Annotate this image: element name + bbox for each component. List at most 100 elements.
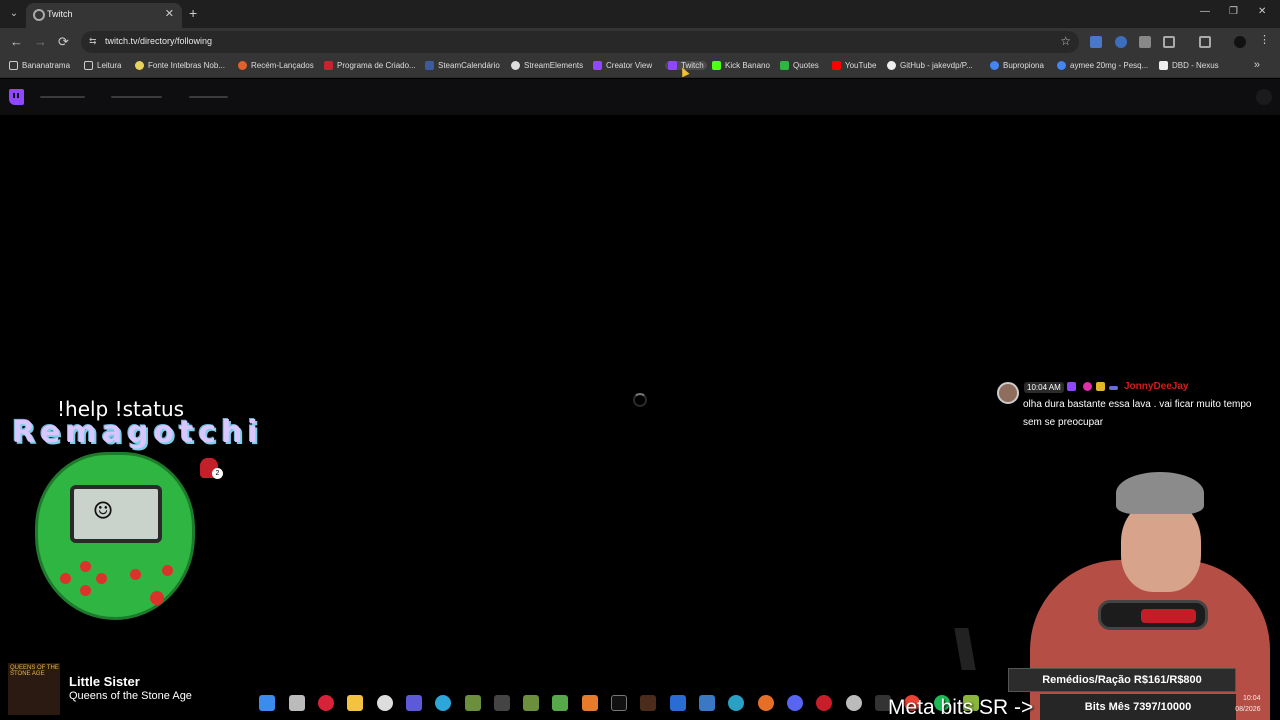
app-icon[interactable] — [552, 695, 568, 711]
browser-tab[interactable]: Twitch ✕ — [26, 3, 182, 28]
app-icon[interactable] — [406, 695, 422, 711]
bookmark-item[interactable]: DBD - Nexus — [1159, 61, 1219, 70]
toy-screen: ☺ — [70, 485, 162, 543]
vivaldi-icon[interactable] — [318, 695, 334, 711]
loading-favicon-icon — [33, 9, 45, 21]
browser-toolbar: ← → ⟳ ⇆ twitch.tv/directory/following ☆ … — [0, 28, 1280, 56]
quotes-icon — [780, 61, 789, 70]
app-icon[interactable] — [728, 695, 744, 711]
bookmark-label: Recém-Lançados — [251, 61, 314, 70]
meta-bits-text: Meta bits SR -> — [888, 696, 1034, 719]
bookmark-item[interactable]: Quotes — [780, 61, 819, 70]
restore-button[interactable]: ❐ — [1229, 6, 1238, 17]
taskbar-clock[interactable]: 10:04 08/2026 — [1235, 693, 1261, 715]
tamagotchi-toy-image: ☺ — [35, 452, 195, 620]
goal-remedios-bar: Remédios/Ração R$161/R$800 — [1008, 668, 1236, 692]
bookmark-star-icon[interactable]: ☆ — [1060, 34, 1071, 48]
app-icon[interactable] — [611, 695, 627, 711]
pixel-face-icon: ☺ — [94, 494, 113, 529]
nav-skeleton — [189, 96, 228, 98]
bookmark-item[interactable]: Creator View — [593, 61, 652, 70]
browser-menu-icon[interactable]: ⋮ — [1259, 33, 1270, 46]
bookmark-item[interactable]: Programa de Criado... — [324, 61, 416, 70]
reload-button[interactable]: ⟳ — [58, 34, 69, 50]
twitch-top-nav — [0, 79, 1280, 115]
bookmark-label: Bupropiona — [1003, 61, 1044, 70]
shield-extension-icon[interactable] — [1139, 36, 1151, 48]
bookmark-item[interactable]: Fonte Intelbras Nob... — [135, 61, 225, 70]
brave-icon[interactable] — [582, 695, 598, 711]
terminal-icon[interactable] — [494, 695, 510, 711]
album-art: QUEENS OF THE STONE AGE — [8, 663, 60, 715]
app-icon[interactable] — [670, 695, 686, 711]
bookmark-item[interactable]: Recém-Lançados — [238, 61, 314, 70]
bookmark-item[interactable]: Bananatrama — [9, 61, 70, 70]
bookmark-item[interactable]: Bupropiona — [990, 61, 1044, 70]
edge-icon[interactable] — [435, 695, 451, 711]
toy-button — [80, 585, 91, 596]
translate-extension-icon[interactable] — [1090, 36, 1102, 48]
tab-close-icon[interactable]: ✕ — [165, 7, 174, 20]
new-tab-button[interactable]: + — [189, 5, 197, 21]
bookmark-label: Bananatrama — [22, 61, 71, 70]
twitch-icon — [668, 61, 677, 70]
settings-gear-icon[interactable] — [846, 695, 862, 711]
chatgpt-icon[interactable] — [377, 695, 393, 711]
bookmark-item[interactable]: Leitura — [84, 61, 121, 70]
google-icon — [1057, 61, 1066, 70]
now-playing-artist: Queens of the Stone Age — [69, 690, 192, 702]
bits-badge-icon — [1096, 382, 1105, 391]
app-icon[interactable] — [699, 695, 715, 711]
profile-avatar[interactable] — [1234, 36, 1246, 48]
nav-skeleton — [40, 96, 85, 98]
clock-time: 10:04 — [1243, 695, 1261, 702]
task-view-icon[interactable] — [289, 695, 305, 711]
toy-button — [150, 591, 164, 605]
bookmark-label: aymee 20mg - Pesq... — [1070, 61, 1149, 70]
app-icon[interactable] — [523, 695, 539, 711]
tab-search-icon[interactable]: ⌄ — [6, 6, 22, 22]
bookmark-label: YouTube — [845, 61, 877, 70]
nav-skeleton — [111, 96, 162, 98]
extensions-puzzle-icon[interactable] — [1163, 36, 1175, 48]
bookmark-item[interactable]: SteamCalendário — [425, 61, 500, 70]
bookmark-item[interactable]: aymee 20mg - Pesq... — [1057, 61, 1148, 70]
bookmark-item[interactable]: Kick Banano — [712, 61, 770, 70]
red-count-badge: 2 — [212, 468, 223, 479]
album-art-text: QUEENS OF THE STONE AGE — [10, 665, 59, 677]
nexus-icon — [1159, 61, 1168, 70]
minimize-button[interactable]: — — [1200, 6, 1210, 17]
close-window-button[interactable]: ✕ — [1258, 6, 1266, 17]
youtube-icon — [832, 61, 841, 70]
bookmark-item[interactable]: YouTube — [832, 61, 876, 70]
file-explorer-icon[interactable] — [347, 695, 363, 711]
url-text[interactable]: twitch.tv/directory/following — [105, 36, 212, 46]
twitch-logo-icon[interactable] — [9, 89, 24, 105]
reading-list-icon[interactable] — [1199, 36, 1211, 48]
bookmark-item[interactable]: GitHub - jakevdp/P... — [887, 61, 973, 70]
firefox-icon[interactable] — [758, 695, 774, 711]
forward-button[interactable]: → — [34, 34, 47, 49]
badge-icon — [1109, 386, 1118, 390]
google-icon — [990, 61, 999, 70]
address-bar[interactable]: ⇆ twitch.tv/directory/following ☆ — [81, 31, 1079, 53]
opera-icon[interactable] — [816, 695, 832, 711]
windows-start-icon[interactable] — [259, 695, 275, 711]
bookmark-label: Quotes — [793, 61, 819, 70]
kick-icon — [712, 61, 721, 70]
browser-tab-strip: ⌄ Twitch ✕ + — ❐ ✕ — [0, 0, 1280, 28]
tag-icon — [135, 61, 144, 70]
discord-icon[interactable] — [787, 695, 803, 711]
more-bookmarks-icon[interactable]: » — [1254, 59, 1260, 71]
bookmark-item[interactable]: StreamElements — [511, 61, 583, 70]
person-cap — [1116, 472, 1204, 514]
site-info-icon[interactable]: ⇆ — [89, 36, 97, 47]
app-icon[interactable] — [640, 695, 656, 711]
mic-stand — [954, 628, 976, 670]
bookmark-label: DBD - Nexus — [1172, 61, 1219, 70]
bookmark-label: Kick Banano — [725, 61, 770, 70]
bookmark-label: Leitura — [97, 61, 122, 70]
app-icon[interactable] — [465, 695, 481, 711]
back-button[interactable]: ← — [10, 34, 23, 49]
voice-extension-icon[interactable] — [1115, 36, 1127, 48]
